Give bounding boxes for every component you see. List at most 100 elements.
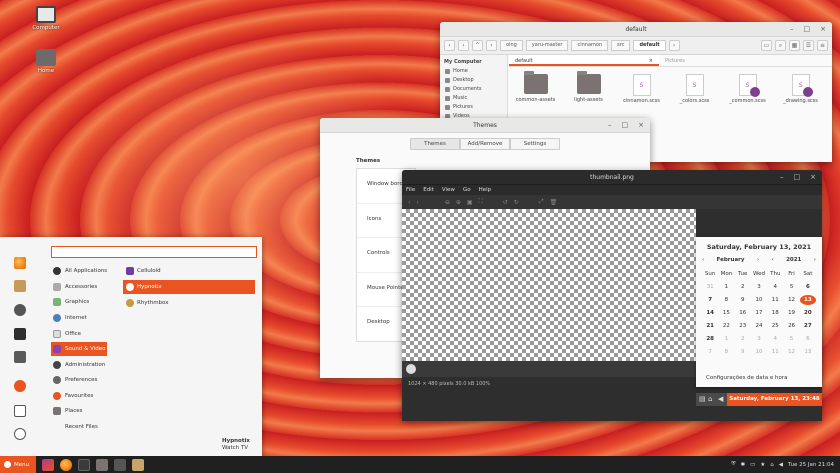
right-scroll-button[interactable]: › — [668, 40, 680, 51]
calendar-day[interactable]: 23 — [735, 321, 751, 331]
zoom-in-icon[interactable]: ⊕ — [456, 199, 461, 206]
image-canvas[interactable] — [402, 209, 696, 361]
category-internet[interactable]: Internet — [51, 311, 111, 325]
breadcrumb-yaru-master[interactable]: yaru-master — [525, 40, 569, 51]
breadcrumb-oing[interactable]: oing — [500, 40, 523, 51]
calendar-day[interactable]: 21 — [702, 321, 718, 331]
logout-icon[interactable] — [14, 405, 26, 417]
calendar-day[interactable]: 10 — [751, 295, 767, 305]
minimize-icon[interactable]: – — [790, 22, 794, 37]
calendar-day[interactable]: 3 — [751, 282, 767, 292]
calendar-day[interactable]: 10 — [751, 347, 767, 357]
calendar-day[interactable]: 22 — [718, 321, 734, 331]
tray-applet-icon[interactable]: ▤ — [699, 395, 706, 403]
tab-pictures[interactable]: Pictures — [659, 55, 809, 66]
calendar-day[interactable]: 6 — [800, 282, 816, 292]
category-preferences[interactable]: Preferences — [51, 373, 111, 387]
calendar-day[interactable]: 12 — [783, 295, 799, 305]
list-toggle-icon[interactable]: ▭ — [761, 40, 772, 51]
power-icon[interactable] — [14, 428, 26, 440]
calendar-day[interactable]: 7 — [702, 295, 718, 305]
file-item[interactable]: S _drawing.scss — [778, 74, 823, 104]
calendar-day[interactable]: 9 — [735, 295, 751, 305]
taskbar-files-icon[interactable] — [96, 458, 108, 471]
calendar-day[interactable]: 5 — [783, 282, 799, 292]
close-icon[interactable]: × — [810, 170, 816, 185]
calendar-day[interactable]: 8 — [718, 347, 734, 357]
category-places[interactable]: Places — [51, 404, 111, 418]
breadcrumb-src[interactable]: src — [611, 40, 631, 51]
calendar-day[interactable]: 17 — [751, 308, 767, 318]
category-office[interactable]: Office — [51, 327, 111, 341]
network-tray-icon[interactable]: ⌂ — [770, 462, 774, 468]
tab-add-remove[interactable]: Add/Remove — [460, 138, 510, 150]
tray-update-icon[interactable]: ⛨ — [731, 461, 735, 468]
maximize-icon[interactable]: □ — [804, 22, 811, 37]
app-celluloid[interactable]: Celluloid — [123, 264, 255, 278]
menu-button[interactable]: Menu — [0, 456, 36, 473]
calendar-day[interactable]: 3 — [751, 334, 767, 344]
image-viewer-titlebar[interactable]: thumbnail.png – □ × — [402, 170, 822, 185]
calendar-day[interactable]: 11 — [767, 347, 783, 357]
file-item[interactable]: light-assets — [566, 71, 611, 104]
app-rhythmbox[interactable]: Rhythmbox — [123, 296, 255, 310]
back-button[interactable]: ‹ — [444, 40, 455, 51]
category-accessories[interactable]: Accessories — [51, 280, 111, 294]
menu-file[interactable]: File — [406, 185, 415, 195]
calendar-day[interactable]: 15 — [718, 308, 734, 318]
sidebar-item-home[interactable]: Home — [444, 67, 503, 76]
sidebar-item-music[interactable]: Music — [444, 94, 503, 103]
themes-titlebar[interactable]: Themes – □ × — [320, 118, 650, 133]
category-recent-files[interactable]: Recent Files — [51, 420, 111, 434]
photos-icon[interactable] — [14, 280, 26, 292]
calendar-day[interactable]: 20 — [800, 308, 816, 318]
calendar-day[interactable]: 2 — [735, 282, 751, 292]
calendar-day[interactable]: 6 — [800, 334, 816, 344]
volume-tray-icon[interactable]: ◀ — [779, 462, 783, 468]
category-graphics[interactable]: Graphics — [51, 295, 111, 309]
sidebar-item-pictures[interactable]: Pictures — [444, 103, 503, 112]
tab-themes[interactable]: Themes — [410, 138, 460, 150]
maximize-icon[interactable]: □ — [622, 118, 629, 133]
left-scroll-button[interactable]: ‹ — [486, 40, 497, 51]
forward-button[interactable]: › — [458, 40, 469, 51]
up-button[interactable]: ^ — [472, 40, 483, 51]
category-sound-video[interactable]: Sound & Video — [51, 342, 107, 356]
files-icon[interactable] — [14, 351, 26, 363]
desktop-icon-computer[interactable]: Computer — [26, 6, 66, 31]
calendar-day[interactable]: 28 — [702, 334, 718, 344]
prev-year-icon[interactable]: ‹ — [771, 257, 773, 263]
notifications-icon[interactable]: ★ — [760, 462, 765, 468]
zoom-out-icon[interactable]: ⊖ — [445, 199, 450, 206]
calendar-day[interactable]: 24 — [751, 321, 767, 331]
calendar-day[interactable]: 7 — [702, 347, 718, 357]
next-icon[interactable]: › — [416, 199, 418, 206]
network-icon[interactable]: ⌂ — [708, 395, 712, 403]
sidebar-item-desktop[interactable]: Desktop — [444, 76, 503, 85]
file-item[interactable]: S _colors.scss — [672, 74, 717, 104]
calendar-day[interactable]: 26 — [783, 321, 799, 331]
calendar-day[interactable]: 16 — [735, 308, 751, 318]
zoom-normal-icon[interactable]: ▣ — [467, 199, 473, 206]
calendar-day[interactable]: 9 — [735, 347, 751, 357]
sidebar-item-documents[interactable]: Documents — [444, 85, 503, 94]
prev-month-icon[interactable]: ‹ — [702, 257, 704, 263]
panel-clock[interactable]: Saturday, February 13, 23:48 — [727, 393, 822, 406]
bluetooth-icon[interactable]: ✱ — [741, 462, 746, 468]
settings-icon[interactable] — [14, 304, 26, 316]
category-all-applications[interactable]: All Applications — [51, 264, 111, 278]
previous-icon[interactable]: ‹ — [408, 199, 410, 206]
compact-view-icon[interactable]: ≡ — [817, 40, 828, 51]
calendar-day[interactable]: 1 — [718, 334, 734, 344]
tab-settings[interactable]: Settings — [510, 138, 560, 150]
firefox-icon[interactable] — [14, 257, 26, 269]
taskbar-image-viewer-icon[interactable] — [132, 458, 144, 471]
taskbar-clock[interactable]: Tue 25 Jan 21:04 — [788, 462, 834, 468]
calendar-day[interactable]: 31 — [702, 282, 718, 292]
calendar-day[interactable]: 11 — [767, 295, 783, 305]
maximize-icon[interactable]: □ — [794, 170, 801, 185]
calendar-day[interactable]: 19 — [783, 308, 799, 318]
breadcrumb-cinnamon[interactable]: cinnamon — [571, 40, 609, 51]
search-input[interactable] — [51, 246, 257, 258]
taskbar-terminal-icon[interactable] — [78, 458, 90, 471]
